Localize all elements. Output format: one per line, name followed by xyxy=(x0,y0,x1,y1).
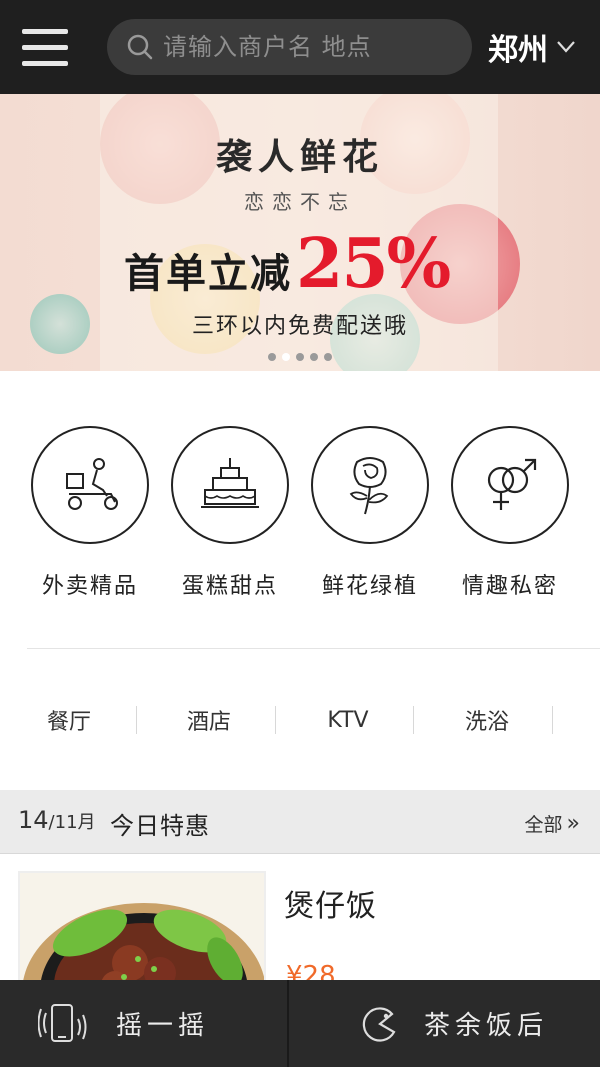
gender-symbols-icon xyxy=(487,458,537,510)
promo-percent: 25% xyxy=(296,224,451,304)
category-icon-circle xyxy=(311,426,429,544)
search-input[interactable] xyxy=(163,25,453,69)
deal-date-month: /11月 xyxy=(48,812,96,833)
city-selector[interactable]: 郑州 xyxy=(488,24,576,70)
carousel-dot-active[interactable] xyxy=(282,353,290,361)
category-flowers[interactable]: 鲜花绿植 xyxy=(300,426,440,600)
deal-card[interactable]: 煲仔饭 ¥28 xyxy=(0,855,600,980)
category-adult[interactable]: 情趣私密 xyxy=(440,426,580,600)
deal-item-name: 煲仔饭 xyxy=(284,889,377,924)
category-takeaway[interactable]: 外卖精品 xyxy=(20,426,160,600)
category-label: 鲜花绿植 xyxy=(321,574,418,599)
view-all-label: 全部 xyxy=(524,814,563,836)
section-divider xyxy=(27,648,600,649)
leisure-label: 茶余饭后 xyxy=(424,1011,549,1041)
banner-promo: 首单立减 25% xyxy=(124,224,451,304)
tab-hotel[interactable]: 酒店 xyxy=(140,698,278,742)
category-label: 情趣私密 xyxy=(461,574,558,599)
promo-text: 首单立减 xyxy=(124,250,292,297)
category-label: 外卖精品 xyxy=(41,574,138,599)
deal-date-day: 14 xyxy=(18,806,49,834)
banner-footer: 三环以内免费配送哦 xyxy=(191,314,408,339)
deals-title: 今日特惠 xyxy=(110,812,210,840)
deal-date: 14/11月 xyxy=(18,806,96,834)
carousel-dot[interactable] xyxy=(310,353,318,361)
shake-button[interactable]: 摇一摇 xyxy=(38,980,209,1067)
view-all-link[interactable]: 全部 » xyxy=(525,810,580,837)
search-box[interactable] xyxy=(107,19,472,75)
category-icon-circle xyxy=(171,426,289,544)
delivery-scooter-icon xyxy=(66,458,118,510)
category-cake[interactable]: 蛋糕甜点 xyxy=(160,426,300,600)
phone-shake-icon xyxy=(38,1003,87,1042)
search-icon xyxy=(127,34,153,60)
clay-pot-rice-photo xyxy=(18,871,266,980)
bottom-action-bar: 摇一摇 茶余饭后 xyxy=(0,980,600,1067)
leisure-button[interactable]: 茶余饭后 xyxy=(358,980,548,1067)
tab-separator xyxy=(552,706,553,734)
tab-ktv[interactable]: KTV xyxy=(279,698,417,742)
shake-label: 摇一摇 xyxy=(116,1011,210,1041)
city-label: 郑州 xyxy=(488,33,548,68)
top-bar: 郑州 xyxy=(0,0,600,94)
pacman-icon xyxy=(362,1006,396,1042)
category-icon-circle xyxy=(31,426,149,544)
carousel-dot[interactable] xyxy=(296,353,304,361)
bottom-bar-separator xyxy=(287,980,289,1067)
deals-header: 14/11月 今日特惠 全部 » xyxy=(0,790,600,854)
double-chevron-right-icon: » xyxy=(566,811,580,836)
category-grid: 外卖精品 蛋糕甜点 鲜花绿植 情趣私密 xyxy=(0,426,600,616)
tab-separator xyxy=(275,706,276,734)
category-label: 蛋糕甜点 xyxy=(181,574,278,599)
type-tabs: 餐厅 酒店 KTV 洗浴 xyxy=(0,698,600,742)
carousel-indicator xyxy=(268,353,332,361)
tab-bath[interactable]: 洗浴 xyxy=(418,698,556,742)
category-icon-circle xyxy=(451,426,569,544)
cake-icon xyxy=(201,458,259,508)
carousel-dot[interactable] xyxy=(268,353,276,361)
chevron-down-icon xyxy=(557,41,575,53)
rose-icon xyxy=(349,457,389,515)
tab-separator xyxy=(413,706,414,734)
hamburger-menu-icon[interactable] xyxy=(22,26,70,68)
deal-item-price: ¥28 xyxy=(286,961,336,980)
carousel-dot[interactable] xyxy=(324,353,332,361)
tab-separator xyxy=(136,706,137,734)
banner-subtitle: 恋恋不忘 xyxy=(244,190,356,214)
tab-restaurant[interactable]: 餐厅 xyxy=(0,698,138,742)
food-illustration xyxy=(23,903,264,980)
promo-banner[interactable]: 袭人鲜花 恋恋不忘 首单立减 25% 三环以内免费配送哦 xyxy=(0,94,600,371)
banner-title: 袭人鲜花 xyxy=(215,136,384,178)
